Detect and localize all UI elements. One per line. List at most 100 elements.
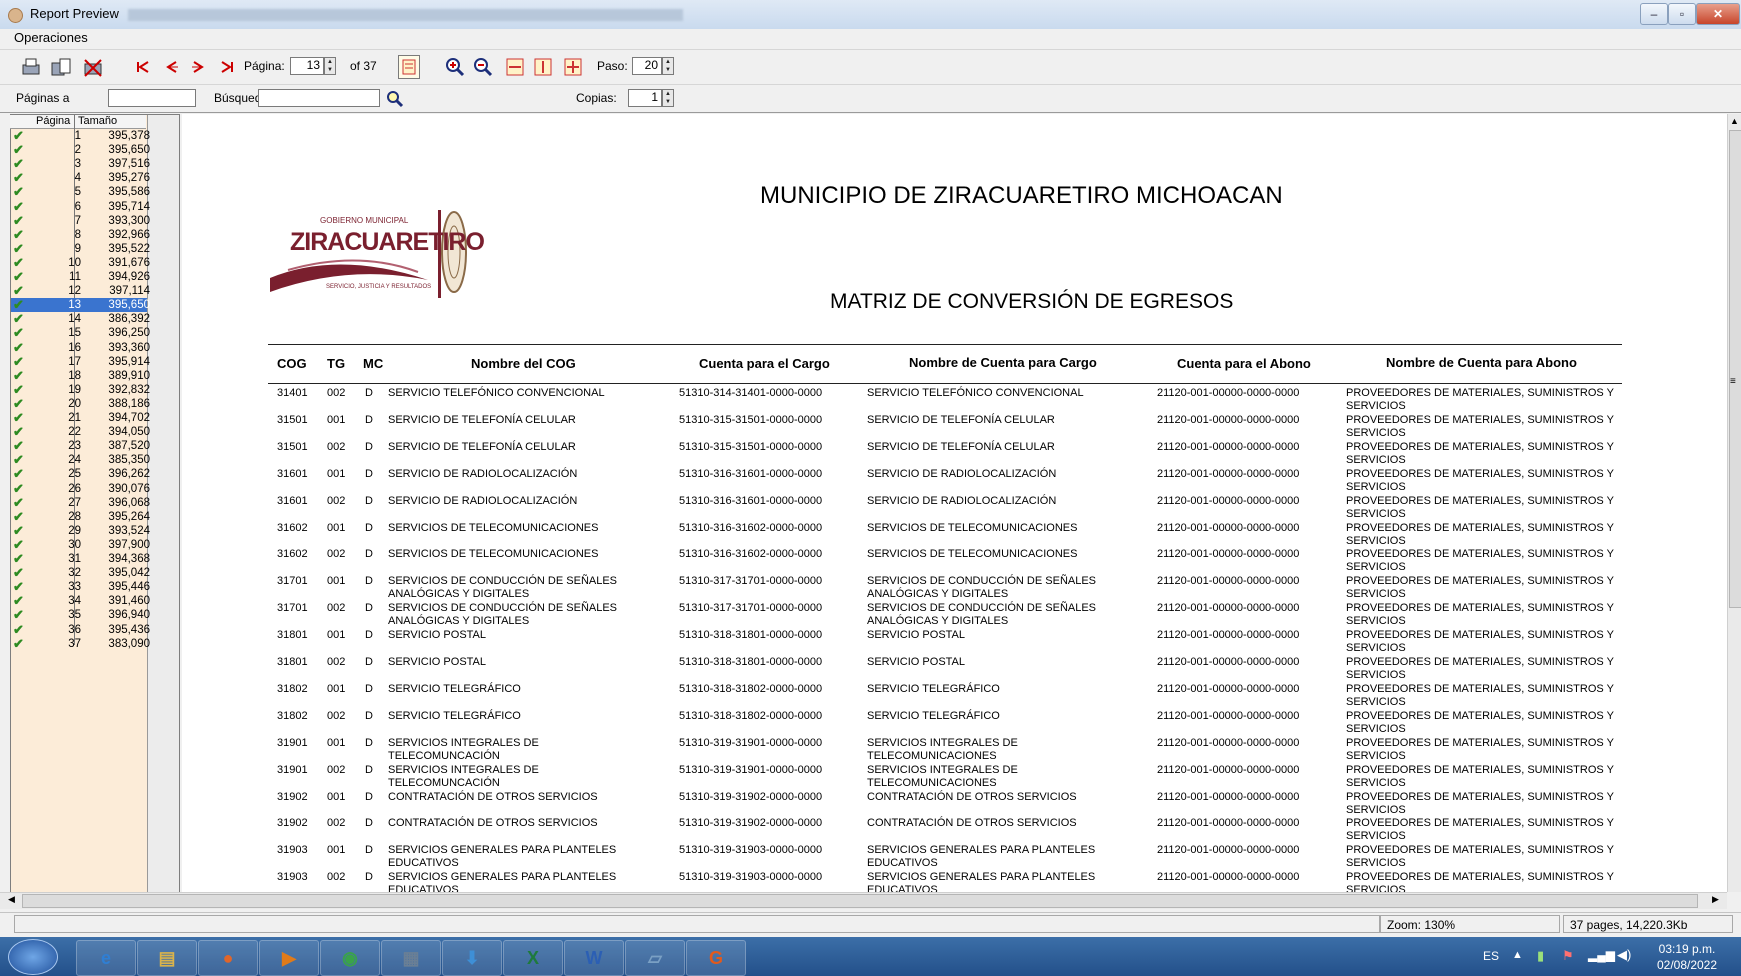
taskbar-excel-icon[interactable]: X: [503, 940, 563, 976]
last-page-icon[interactable]: [214, 54, 240, 80]
clock-time[interactable]: 03:19 p.m.: [1652, 942, 1722, 956]
header-pagina[interactable]: Página: [36, 115, 70, 127]
page-list-row[interactable]: ✔ 4 395,276: [11, 171, 150, 185]
cell-nombre-cog: CONTRATACIÓN DE OTROS SERVICIOS: [388, 790, 598, 803]
page-list-row[interactable]: ✔ 10 391,676: [11, 255, 150, 270]
page-list-row[interactable]: ✔ 25 396,262: [11, 467, 150, 481]
previous-page-icon[interactable]: [158, 54, 184, 80]
table-row: 31901 002 D SERVICIOS INTEGRALES DE TELECOM…: [277, 764, 1627, 790]
page-list-row[interactable]: ✔ 35 396,940: [11, 608, 150, 622]
page-list-row[interactable]: ✔ 17 395,914: [11, 354, 150, 369]
print-setup-icon[interactable]: [48, 54, 74, 80]
volume-icon[interactable]: ◀): [1617, 947, 1631, 963]
clock-date[interactable]: 02/08/2022: [1652, 958, 1722, 972]
page-list-row[interactable]: ✔ 15 396,250: [11, 326, 150, 340]
close-button[interactable]: ✕: [1696, 3, 1740, 25]
page-list-row[interactable]: ✔ 37 383,090: [11, 636, 150, 651]
page-list-row[interactable]: ✔ 30 397,900: [11, 537, 150, 552]
page-list-row[interactable]: ✔ 20 388,186: [11, 396, 150, 411]
page-list-row[interactable]: ✔ 9 395,522: [11, 241, 150, 256]
start-button[interactable]: [8, 939, 58, 975]
taskbar-calculator-icon[interactable]: ▦: [381, 940, 441, 976]
network-tray-icon[interactable]: ▮: [1537, 948, 1544, 964]
copias-input[interactable]: 1: [628, 89, 662, 107]
next-page-icon[interactable]: [186, 54, 212, 80]
page-list-row[interactable]: ✔ 24 385,350: [11, 453, 150, 467]
page-list-row[interactable]: ✔ 28 395,264: [11, 509, 150, 524]
scroll-left-icon[interactable]: ◀: [8, 894, 15, 905]
cell-cuenta-abono: 21120-001-00000-0000-0000: [1157, 387, 1300, 399]
page-list-row[interactable]: ✔ 31 394,368: [11, 552, 150, 566]
taskbar-file-explorer-icon[interactable]: ▤: [137, 940, 197, 976]
paso-input[interactable]: 20: [632, 57, 662, 75]
menu-operaciones[interactable]: Operaciones: [14, 30, 88, 45]
cell-cuenta-cargo: 51310-319-31903-0000-0000: [679, 844, 823, 857]
page-list-row[interactable]: ✔ 12 397,114: [11, 284, 150, 298]
restore-button[interactable]: ▫: [1668, 3, 1696, 25]
page-list-row[interactable]: ✔ 16 393,360: [11, 340, 150, 355]
taskbar-firefox-icon[interactable]: ●: [198, 940, 258, 976]
first-page-icon[interactable]: [130, 54, 156, 80]
page-list-row[interactable]: ✔ 2 395,650: [11, 143, 150, 157]
taskbar-pdf-tool-icon[interactable]: G: [686, 940, 746, 976]
page-list-row[interactable]: ✔ 11 394,926: [11, 270, 150, 284]
paginas-input[interactable]: [108, 89, 196, 107]
taskbar-word-icon[interactable]: W: [564, 940, 624, 976]
fit-height-icon[interactable]: [530, 54, 556, 80]
taskbar-internet-explorer-icon[interactable]: e: [76, 940, 136, 976]
scroll-right-icon[interactable]: ▶: [1712, 894, 1719, 905]
cell-cuenta-abono: 21120-001-00000-0000-0000: [1157, 629, 1300, 642]
page-list-row[interactable]: ✔ 33 395,446: [11, 580, 150, 594]
page-list-row[interactable]: ✔ 3 397,516: [11, 157, 150, 171]
tray-expand-icon[interactable]: ▲: [1512, 949, 1523, 961]
horizontal-scroll-thumb[interactable]: [22, 894, 1698, 908]
scroll-up-icon[interactable]: ▲: [1730, 116, 1739, 126]
minimize-button[interactable]: –: [1640, 3, 1668, 25]
page-list-row[interactable]: ✔ 27 396,068: [11, 495, 150, 510]
taskbar-downloads-icon[interactable]: ⬇: [442, 940, 502, 976]
page-list-row[interactable]: ✔ 32 395,042: [11, 566, 150, 580]
vertical-scroll-thumb[interactable]: [1729, 130, 1741, 608]
taskbar-notepad-icon[interactable]: ▱: [625, 940, 685, 976]
cell-nombre-abono: PROVEEDORES DE MATERIALES, SUMINISTROS Y…: [1346, 790, 1614, 816]
page-list-row[interactable]: ✔ 5 395,586: [11, 185, 150, 199]
pagina-input[interactable]: 13: [290, 57, 324, 75]
page-list-row[interactable]: ✔ 21 394,702: [11, 411, 150, 425]
page-list-row[interactable]: ✔ 26 390,076: [11, 481, 150, 496]
page-list-row[interactable]: ✔ 7 393,300: [11, 213, 150, 228]
cell-tg: 002: [327, 817, 346, 830]
pagina-spinner[interactable]: ▲ ▼: [324, 57, 336, 75]
page-list-row[interactable]: ✔ 14 386,392: [11, 312, 150, 326]
page-list-row[interactable]: ✔ 34 391,460: [11, 594, 150, 608]
page-list-row[interactable]: ✔ 36 395,436: [11, 622, 150, 637]
page-list-row[interactable]: ✔ 22 394,050: [11, 425, 150, 439]
paso-spinner[interactable]: ▲ ▼: [662, 57, 674, 75]
page-size: 395,650: [108, 299, 150, 312]
cell-nombre-cog: SERVICIOS DE CONDUCCIÓN DE SEÑALES ANALÓ…: [388, 602, 618, 628]
print-icon[interactable]: [18, 54, 44, 80]
search-icon[interactable]: [382, 86, 408, 112]
page-list-row[interactable]: ✔ 19 392,832: [11, 382, 150, 397]
fit-page-icon[interactable]: [560, 54, 586, 80]
fit-width-icon[interactable]: [502, 54, 528, 80]
page-list-row[interactable]: ✔ 6 395,714: [11, 199, 150, 214]
page-list-row[interactable]: ✔ 13 395,650: [11, 298, 150, 313]
taskbar-chrome-icon[interactable]: ◉: [320, 940, 380, 976]
action-center-icon[interactable]: ⚑: [1562, 948, 1574, 964]
taskbar-media-player-icon[interactable]: ▶: [259, 940, 319, 976]
language-indicator[interactable]: ES: [1483, 949, 1499, 963]
paso-label: Paso:: [597, 59, 628, 73]
busqueda-input[interactable]: [258, 89, 380, 107]
zoom-out-icon[interactable]: [470, 54, 496, 80]
page-list-row[interactable]: ✔ 18 389,910: [11, 368, 150, 383]
signal-icon[interactable]: ▂▄▆: [1588, 948, 1615, 962]
page-list-row[interactable]: ✔ 1 395,378: [11, 129, 150, 143]
page-list-row[interactable]: ✔ 8 392,966: [11, 227, 150, 242]
page-list-row[interactable]: ✔ 23 387,520: [11, 439, 150, 453]
zoom-in-icon[interactable]: [442, 54, 468, 80]
page-view-icon[interactable]: [398, 55, 420, 79]
header-tamano[interactable]: Tamaño: [78, 115, 117, 127]
copias-spinner[interactable]: ▲ ▼: [662, 89, 674, 107]
page-list-row[interactable]: ✔ 29 393,524: [11, 523, 150, 538]
close-report-icon[interactable]: [80, 54, 106, 80]
